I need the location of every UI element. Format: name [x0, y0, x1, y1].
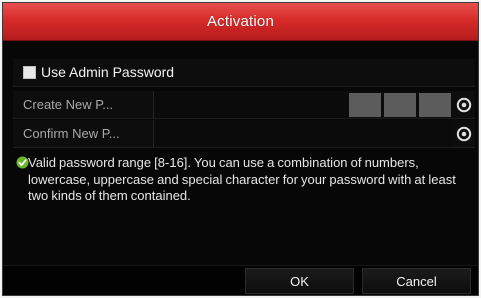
eye-icon[interactable]: [455, 96, 473, 114]
eye-icon[interactable]: [455, 125, 473, 143]
use-admin-password-label[interactable]: Use Admin Password: [41, 64, 174, 80]
password-hint: Valid password range [8-16]. You can use…: [16, 155, 471, 205]
dialog-footer: OK Cancel: [3, 265, 478, 295]
check-shield-icon: [16, 156, 29, 169]
create-password-row: Create New P...: [13, 91, 475, 119]
ok-button[interactable]: OK: [245, 268, 354, 294]
confirm-password-input[interactable]: [154, 120, 452, 147]
hint-text: Valid password range [8-16]. You can use…: [28, 155, 456, 203]
confirm-password-row: Confirm New P...: [13, 120, 475, 148]
create-password-label: Create New P...: [23, 97, 114, 112]
cancel-button[interactable]: Cancel: [362, 268, 471, 294]
use-admin-password-checkbox[interactable]: [23, 66, 36, 79]
activation-dialog: Activation Use Admin Password Create New…: [2, 2, 479, 296]
dialog-title: Activation: [206, 13, 275, 30]
use-admin-password-row: Use Admin Password: [13, 59, 475, 87]
title-bar: Activation: [3, 3, 478, 41]
strength-segment: [384, 93, 416, 117]
password-strength-meter: [349, 93, 451, 117]
strength-segment: [349, 93, 381, 117]
confirm-password-label: Confirm New P...: [23, 126, 120, 141]
strength-segment: [419, 93, 451, 117]
